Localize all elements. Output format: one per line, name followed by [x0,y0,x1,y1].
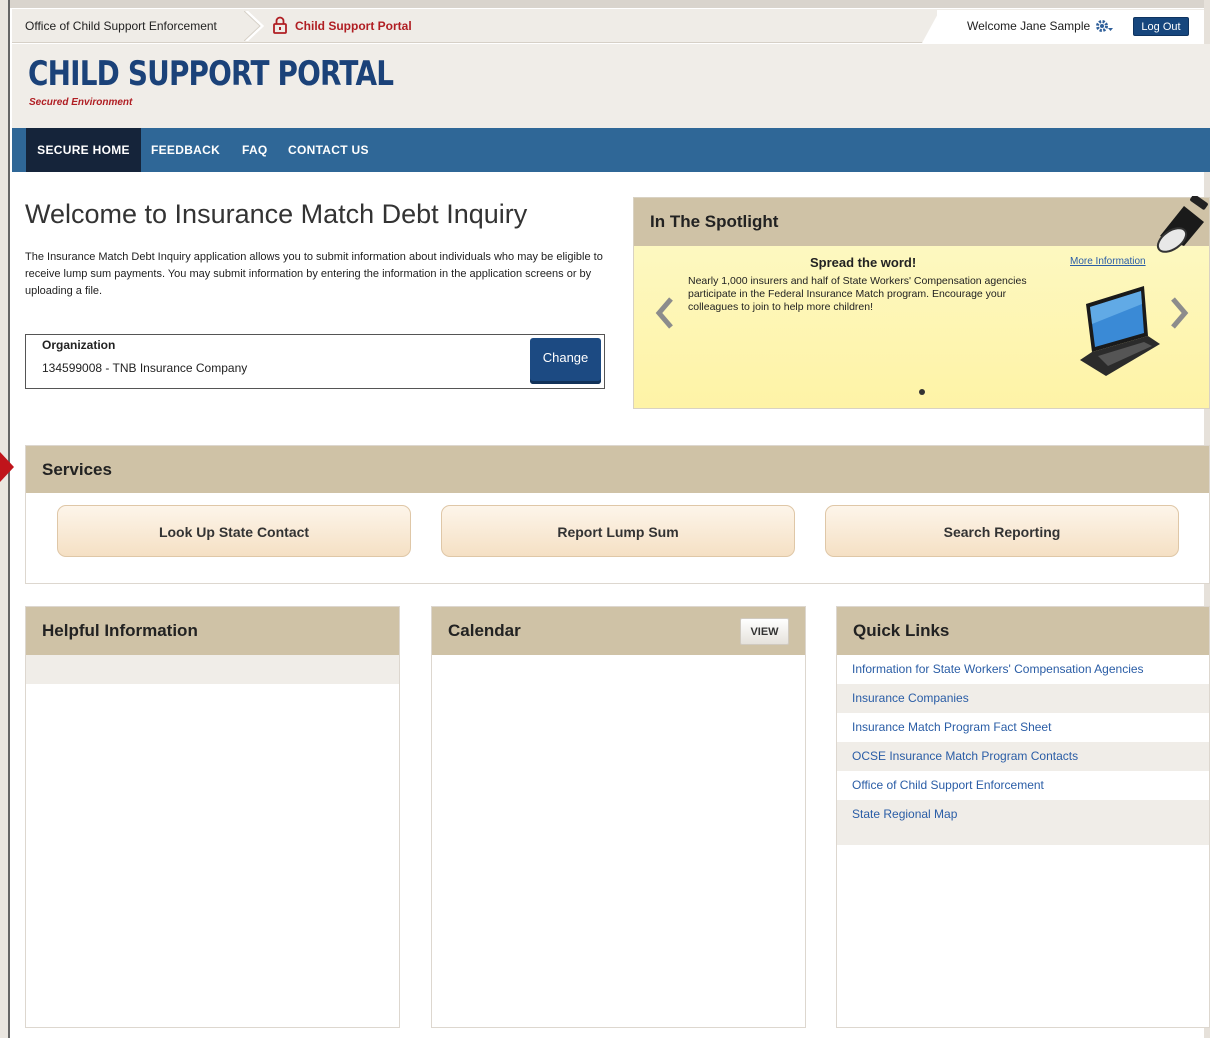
quick-link-fact-sheet[interactable]: Insurance Match Program Fact Sheet [837,713,1209,742]
change-organization-button[interactable]: Change [530,338,601,384]
helpful-information-row [26,655,399,684]
nav-feedback[interactable]: FEEDBACK [151,128,220,172]
organization-box: Organization 134599008 - TNB Insurance C… [25,334,605,389]
spotlight-text: Nearly 1,000 insurers and half of State … [688,275,1027,313]
breadcrumb-ocse-link[interactable]: Office of Child Support Enforcement [25,19,217,33]
quick-links-header: Quick Links [837,607,1209,655]
calendar-view-button[interactable]: VIEW [740,618,789,645]
gear-icon[interactable] [1094,16,1114,36]
site-header: CHILD SUPPORT PORTAL Secured Environment [12,44,1210,128]
window-frame-left [0,0,10,1038]
page-title: Welcome to Insurance Match Debt Inquiry [25,199,528,229]
report-lump-sum-button[interactable]: Report Lump Sum [441,505,795,557]
spotlight-title: In The Spotlight [650,212,779,231]
spotlight-header: In The Spotlight [634,198,1209,246]
pointer-arrow-icon [0,452,14,482]
main-nav: SECURE HOME FEEDBACK FAQ CONTACT US [12,128,1210,172]
nav-contact-us[interactable]: CONTACT US [288,128,369,172]
calendar-title: Calendar [448,621,521,640]
top-bar: Office of Child Support Enforcement Chil… [12,9,1204,43]
window-frame-top [0,0,1210,8]
portal-logo-subtitle: Secured Environment [29,97,133,108]
page: Office of Child Support Enforcement Chil… [0,0,1210,1038]
spotlight-lamp-icon [1156,196,1208,253]
services-header: Services [26,446,1209,493]
page-description: The Insurance Match Debt Inquiry applica… [25,251,603,297]
spotlight-heading: Spread the word! [810,255,917,270]
breadcrumb-portal-link[interactable]: Child Support Portal [295,19,412,33]
quick-links-row-filler [837,829,1209,845]
quick-link-state-regional-map[interactable]: State Regional Map [837,800,1209,829]
more-information-link[interactable]: More Information [1070,256,1146,267]
helpful-information-header: Helpful Information [26,607,399,655]
quick-link-ocse-contacts[interactable]: OCSE Insurance Match Program Contacts [837,742,1209,771]
helpful-information-panel: Helpful Information [25,606,400,1028]
laptop-icon [1080,286,1160,376]
calendar-panel: Calendar VIEW [431,606,806,1028]
quick-link-ocse[interactable]: Office of Child Support Enforcement [837,771,1209,800]
services-title: Services [42,460,112,479]
look-up-state-contact-button[interactable]: Look Up State Contact [57,505,411,557]
quick-links-title: Quick Links [853,621,950,640]
helpful-information-title: Helpful Information [42,621,198,640]
carousel-dot[interactable] [919,389,925,395]
quick-links-panel: Quick Links Information for State Worker… [836,606,1210,1028]
organization-label: Organization [42,338,116,352]
logout-button[interactable]: Log Out [1133,17,1189,36]
chevron-right-icon[interactable] [1168,296,1190,330]
spotlight-slide: Spread the word! More Information Nearly… [634,246,1209,408]
spotlight-panel: In The Spotlight Spread the word! More I… [633,197,1210,409]
calendar-header: Calendar VIEW [432,607,805,655]
chevron-left-icon[interactable] [654,296,676,330]
nav-secure-home[interactable]: SECURE HOME [26,128,141,172]
nav-faq[interactable]: FAQ [242,128,268,172]
welcome-user-text: Welcome Jane Sample [967,19,1091,33]
lock-icon [273,16,287,34]
quick-link-insurance-companies[interactable]: Insurance Companies [837,684,1209,713]
breadcrumb-separator-icon [244,11,265,41]
organization-value: 134599008 - TNB Insurance Company [42,361,248,375]
quick-link-state-workers[interactable]: Information for State Workers' Compensat… [837,655,1209,684]
search-reporting-button[interactable]: Search Reporting [825,505,1179,557]
portal-logo-title[interactable]: CHILD SUPPORT PORTAL [28,54,394,94]
